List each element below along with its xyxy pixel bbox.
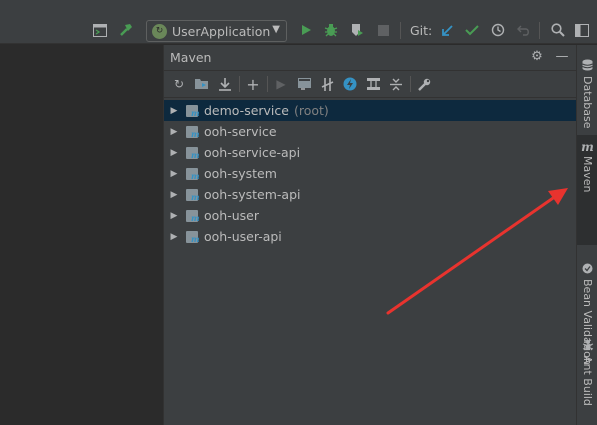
execute-goal-icon[interactable] bbox=[295, 75, 313, 93]
maven-module-icon: m bbox=[186, 188, 200, 202]
window-icon[interactable] bbox=[573, 21, 591, 39]
run-configuration-label: UserApplication bbox=[172, 23, 271, 39]
add-icon[interactable]: + bbox=[244, 75, 262, 94]
history-icon[interactable] bbox=[489, 21, 507, 39]
tree-row-ooh-system-api[interactable]: ▶ m ooh-system-api bbox=[164, 184, 576, 205]
search-icon[interactable] bbox=[549, 21, 567, 39]
editor-area bbox=[0, 45, 163, 425]
expand-arrow-icon[interactable]: ▶ bbox=[168, 127, 180, 137]
tree-row-label: demo-service bbox=[204, 103, 289, 118]
ant-icon bbox=[582, 339, 594, 353]
expand-arrow-icon[interactable]: ▶ bbox=[168, 190, 180, 200]
stripe-database-button[interactable]: Database bbox=[577, 53, 597, 129]
rollback-icon[interactable] bbox=[515, 21, 533, 39]
tree-row-label: ooh-user-api bbox=[204, 229, 282, 244]
expand-arrow-icon[interactable]: ▶ bbox=[168, 211, 180, 221]
tree-row-ooh-service-api[interactable]: ▶ m ooh-service-api bbox=[164, 142, 576, 163]
database-icon bbox=[582, 59, 593, 73]
maven-tool-window: Maven ⚙ — ↻ + ▶ ▶ m demo-service (root) … bbox=[163, 45, 576, 425]
maven-panel-header: Maven ⚙ — bbox=[164, 45, 576, 71]
tree-row-demo-service[interactable]: ▶ m demo-service (root) bbox=[164, 100, 576, 121]
maven-module-icon: m bbox=[186, 167, 200, 181]
right-tool-stripe: Database m Maven Bean Validation Ant Bui… bbox=[576, 45, 597, 425]
maven-projects-tree: ▶ m demo-service (root) ▶ m ooh-service … bbox=[164, 98, 576, 247]
vcs-update-icon[interactable] bbox=[438, 21, 456, 39]
tree-row-extra: (root) bbox=[293, 103, 329, 118]
toolbar-separator bbox=[267, 76, 268, 92]
maven-module-icon: m bbox=[186, 209, 200, 223]
toggle-offline-icon[interactable] bbox=[318, 75, 336, 93]
debug-icon[interactable] bbox=[322, 21, 340, 39]
main-toolbar: ↻ UserApplication ▼ Git: bbox=[0, 0, 597, 44]
stripe-maven-label: Maven bbox=[581, 156, 594, 193]
tree-row-label: ooh-service bbox=[204, 124, 277, 139]
minimize-icon[interactable]: — bbox=[554, 49, 570, 65]
expand-arrow-icon[interactable]: ▶ bbox=[168, 169, 180, 179]
maven-module-icon: m bbox=[186, 146, 200, 160]
tree-row-label: ooh-system-api bbox=[204, 187, 301, 202]
expand-arrow-icon[interactable]: ▶ bbox=[168, 106, 180, 116]
collapse-all-icon[interactable] bbox=[387, 75, 405, 93]
gear-icon[interactable]: ⚙ bbox=[529, 49, 545, 65]
download-icon[interactable] bbox=[216, 75, 234, 93]
expand-arrow-icon[interactable]: ▶ bbox=[168, 232, 180, 242]
toolbar-separator bbox=[539, 22, 540, 39]
wrench-icon[interactable] bbox=[415, 75, 433, 93]
tree-row-ooh-service[interactable]: ▶ m ooh-service bbox=[164, 121, 576, 142]
chevron-down-icon: ▼ bbox=[272, 24, 280, 35]
generate-sources-icon[interactable] bbox=[193, 75, 211, 93]
tree-row-ooh-user[interactable]: ▶ m ooh-user bbox=[164, 205, 576, 226]
toolbar-separator bbox=[400, 22, 401, 39]
stripe-ant-build-label: Ant Build bbox=[581, 356, 594, 406]
toolbar-separator bbox=[410, 76, 411, 92]
tree-row-label: ooh-system bbox=[204, 166, 277, 181]
stripe-database-label: Database bbox=[581, 76, 594, 129]
tree-row-ooh-user-api[interactable]: ▶ m ooh-user-api bbox=[164, 226, 576, 247]
coverage-icon[interactable] bbox=[348, 21, 366, 39]
build-hammer-icon[interactable] bbox=[117, 21, 135, 39]
git-label: Git: bbox=[410, 23, 433, 38]
tree-row-label: ooh-user bbox=[204, 208, 259, 223]
maven-icon: m bbox=[581, 140, 594, 154]
vcs-commit-icon[interactable] bbox=[463, 21, 481, 39]
maven-module-icon: m bbox=[186, 104, 200, 118]
tree-row-ooh-system[interactable]: ▶ m ooh-system bbox=[164, 163, 576, 184]
maven-toolbar: ↻ + ▶ bbox=[164, 71, 576, 98]
show-dependencies-icon[interactable] bbox=[364, 75, 382, 93]
tree-row-label: ooh-service-api bbox=[204, 145, 301, 160]
skip-tests-icon[interactable] bbox=[341, 75, 359, 93]
maven-panel-title: Maven bbox=[170, 50, 212, 65]
run-configuration-select[interactable]: ↻ UserApplication ▼ bbox=[146, 20, 287, 42]
terminal-icon[interactable] bbox=[91, 21, 109, 39]
run-icon[interactable] bbox=[297, 21, 315, 39]
spring-boot-icon: ↻ bbox=[152, 23, 167, 39]
stripe-maven-button[interactable]: m Maven bbox=[577, 135, 597, 245]
maven-module-icon: m bbox=[186, 230, 200, 244]
maven-module-icon: m bbox=[186, 125, 200, 139]
run-maven-build-icon[interactable]: ▶ bbox=[272, 75, 290, 93]
stop-icon[interactable] bbox=[374, 21, 392, 39]
toolbar-separator bbox=[239, 76, 240, 92]
expand-arrow-icon[interactable]: ▶ bbox=[168, 148, 180, 158]
stripe-ant-build-button[interactable]: Ant Build bbox=[577, 333, 597, 406]
reload-icon[interactable]: ↻ bbox=[170, 75, 188, 93]
bean-validation-icon bbox=[582, 263, 593, 276]
